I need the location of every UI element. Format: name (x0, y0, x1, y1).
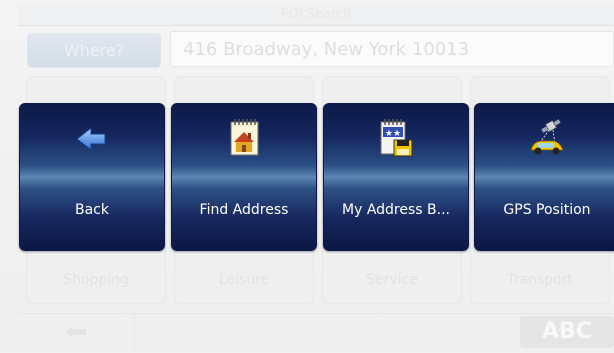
category-label: Service (366, 272, 418, 288)
back-button-label: Back (75, 202, 109, 218)
svg-text:★★: ★★ (385, 129, 401, 139)
my-address-book-label: My Address B... (342, 202, 450, 218)
find-address-label: Find Address (199, 202, 289, 218)
find-address-button[interactable]: Find Address (171, 103, 317, 251)
back-arrow-icon (66, 326, 86, 338)
address-field[interactable]: 416 Broadway, New York 10013 (170, 31, 614, 67)
category-label: Leisure (218, 272, 270, 288)
satellite-car-icon (530, 119, 564, 155)
category-label: Transport (507, 272, 573, 288)
category-label: Shopping (63, 272, 129, 288)
abc-keyboard-button[interactable]: ABC (520, 316, 614, 348)
bottom-back-button[interactable] (18, 313, 135, 351)
my-address-book-button[interactable]: ★★ My Address B... (323, 103, 469, 251)
address-book-save-icon: ★★ (380, 119, 413, 157)
where-button[interactable]: Where? (27, 33, 161, 68)
gps-position-label: GPS Position (503, 202, 591, 218)
screen-title: POI Search (18, 5, 614, 26)
back-button[interactable]: Back (19, 103, 165, 251)
back-arrow-icon (76, 126, 106, 152)
gps-position-button[interactable]: GPS Position (474, 103, 614, 251)
notepad-house-icon (230, 119, 259, 156)
